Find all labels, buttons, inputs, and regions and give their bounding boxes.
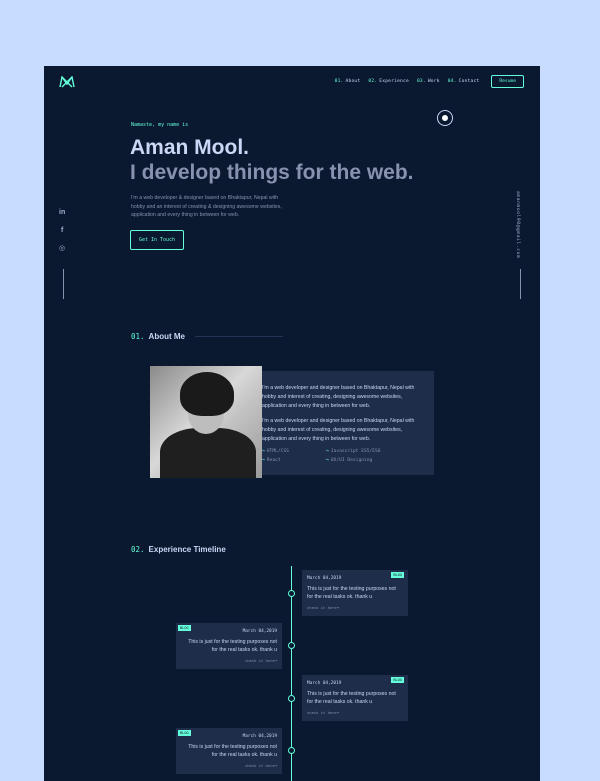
timeline-dot xyxy=(288,747,295,754)
facebook-icon[interactable]: f xyxy=(61,227,63,234)
nav-about[interactable]: 01. About xyxy=(335,79,361,84)
timeline-card: March 04,2019 BLOG This is just for the … xyxy=(176,623,282,669)
timeline-date: March 04,2019 xyxy=(307,681,342,686)
hero-name: Aman Mool. xyxy=(130,136,249,159)
instagram-icon[interactable]: ◎ xyxy=(59,244,65,252)
skill-item: ↪ React xyxy=(262,458,281,463)
about-paragraph-2: I'm a web developer and designer based o… xyxy=(262,418,415,442)
experience-heading: 02. Experience Timeline xyxy=(131,545,226,554)
hero-greeting: Namaste, my name is xyxy=(131,122,189,128)
timeline-dot xyxy=(288,695,295,702)
timeline-link[interactable]: check it here➜ xyxy=(245,763,277,768)
timeline-card: March 04,2019 BLOG This is just for the … xyxy=(302,675,408,721)
timeline-dot xyxy=(288,642,295,649)
skill-item: ↪ HTML/CSS xyxy=(262,449,289,454)
top-nav: 01. About 02. Experience 03. Work 04. Contac… xyxy=(335,75,524,88)
timeline-description: This is just for the testing purposes no… xyxy=(188,744,277,758)
about-number: 01. xyxy=(131,332,145,341)
timeline-badge: BLOG xyxy=(391,572,404,578)
timeline-badge: BLOG xyxy=(178,730,191,736)
timeline-dot xyxy=(288,590,295,597)
hero-tagline: I develop things for the web. xyxy=(130,161,414,184)
linkedin-icon[interactable]: in xyxy=(59,209,65,216)
timeline-description: This is just for the testing purposes no… xyxy=(307,586,396,600)
about-heading: 01. About Me xyxy=(131,332,283,341)
skill-item: ↪ Javascript ES5/ES6 xyxy=(326,449,381,454)
logo-icon[interactable] xyxy=(59,76,75,88)
profile-photo xyxy=(150,366,262,478)
nav-experience[interactable]: 02. Experience xyxy=(368,79,409,84)
social-divider xyxy=(63,269,64,299)
timeline-date: March 04,2019 xyxy=(307,576,342,581)
timeline-link[interactable]: check it here➜ xyxy=(245,658,277,663)
about-title: About Me xyxy=(148,332,185,341)
about-heading-line xyxy=(194,336,283,337)
timeline-card: March 04,2019 BLOG This is just for the … xyxy=(176,728,282,774)
timeline-date: March 04,2019 xyxy=(242,734,277,739)
get-in-touch-button[interactable]: Get In Touch xyxy=(130,230,184,250)
resume-button[interactable]: Resume xyxy=(491,75,524,88)
page-frame: 01. About 02. Experience 03. Work 04. Contac… xyxy=(44,66,540,781)
nav-work[interactable]: 03. Work xyxy=(417,79,440,84)
timeline-card: March 04,2019 BLOG This is just for the … xyxy=(302,570,408,616)
timeline-description: This is just for the testing purposes no… xyxy=(188,639,277,653)
timeline-badge: BLOG xyxy=(391,677,404,683)
email-link[interactable]: amanmool90@gmail.com xyxy=(515,191,520,258)
nav-contact[interactable]: 04. Contact xyxy=(448,79,480,84)
skills-list: ↪ HTML/CSS ↪ Javascript ES5/ES6 ↪ React ↪ UX… xyxy=(262,449,422,463)
hero-description: I'm a web developer & designer based on … xyxy=(131,195,282,218)
timeline-badge: BLOG xyxy=(178,625,191,631)
email-divider xyxy=(520,269,521,299)
timeline-link[interactable]: check it here➜ xyxy=(307,710,339,715)
experience-title: Experience Timeline xyxy=(148,545,226,554)
skill-item: ↪ UX/UI Designing xyxy=(326,458,373,463)
timeline-description: This is just for the testing purposes no… xyxy=(307,691,396,705)
timeline-link[interactable]: check it here➜ xyxy=(307,605,339,610)
timeline-date: March 04,2019 xyxy=(242,629,277,634)
experience-number: 02. xyxy=(131,545,145,554)
about-paragraph-1: I'm a web developer and designer based o… xyxy=(262,385,415,409)
about-text: I'm a web developer and designer based o… xyxy=(262,384,427,451)
theme-toggle[interactable] xyxy=(437,110,453,126)
